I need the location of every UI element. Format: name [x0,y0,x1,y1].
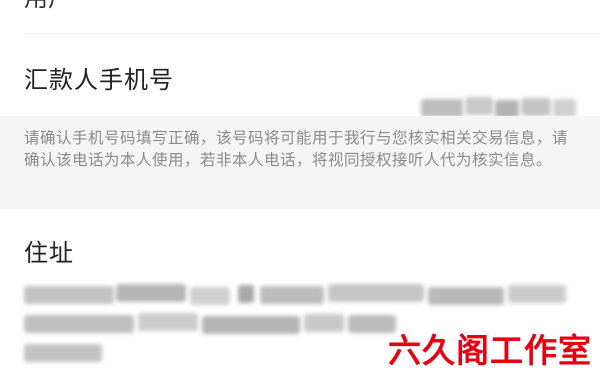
verification-notice-text: 请确认手机号码填写正确，该号码将可能用于我行与您核实相关交易信息，请确认该电话为… [24,129,569,169]
remitter-phone-label: 汇款人手机号 [24,66,174,94]
previous-section-cut: 用户 [0,0,600,34]
remitter-phone-row[interactable]: 汇款人手机号 [0,34,600,118]
address-label: 住址 [24,239,74,267]
studio-watermark: 六久阁工作室 [388,331,592,370]
verification-notice: 请确认手机号码填写正确，该号码将可能用于我行与您核实相关交易信息，请确认该电话为… [0,116,600,209]
previous-field-label: 用户 [24,0,72,13]
